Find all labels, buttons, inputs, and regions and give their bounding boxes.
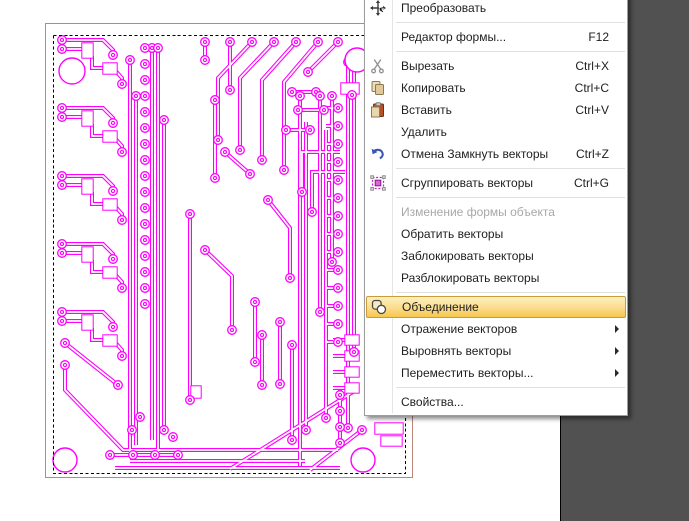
menu-item-paste[interactable]: Вставить Ctrl+V <box>365 99 627 121</box>
menu-item-label: Переместить векторы... <box>401 366 534 380</box>
group-icon <box>370 175 386 191</box>
menu-separator <box>396 197 625 198</box>
menu-separator <box>396 387 625 388</box>
copy-icon <box>370 80 386 96</box>
menu-item-align-vectors[interactable]: Выровнять векторы <box>365 340 627 362</box>
menu-item-label: Изменение формы объекта <box>401 205 555 219</box>
menu-item-unlock-vectors[interactable]: Разблокировать векторы <box>365 267 627 289</box>
menu-item-label: Разблокировать векторы <box>401 271 540 285</box>
menu-item-shortcut: Ctrl+V <box>575 103 609 117</box>
menu-item-properties[interactable]: Свойства... <box>365 391 627 413</box>
menu-item-shortcut: Ctrl+G <box>573 176 609 190</box>
menu-item-transform[interactable]: Преобразовать <box>365 0 627 19</box>
menu-item-union[interactable]: Объединение <box>366 296 626 318</box>
menu-item-group-vectors[interactable]: Сгруппировать векторы Ctrl+G <box>365 172 627 194</box>
menu-item-edit-object-shape: Изменение формы объекта <box>365 201 627 223</box>
undo-icon <box>370 146 386 162</box>
menu-item-mirror-vectors[interactable]: Отражение векторов <box>365 318 627 340</box>
menu-item-cut[interactable]: Вырезать Ctrl+X <box>365 55 627 77</box>
menu-item-shortcut: Ctrl+Z <box>576 147 609 161</box>
menu-item-reverse-vectors[interactable]: Обратить векторы <box>365 223 627 245</box>
menu-item-label: Редактор формы... <box>401 30 507 44</box>
menu-item-label: Отмена Замкнуть векторы <box>401 147 549 161</box>
menu-item-label: Удалить <box>401 125 447 139</box>
menu-item-delete[interactable]: Удалить <box>365 121 627 143</box>
menu-item-shortcut: F12 <box>588 30 609 44</box>
submenu-arrow-icon <box>615 325 619 333</box>
menu-separator <box>396 22 625 23</box>
menu-item-label: Объединение <box>402 300 479 314</box>
menu-item-label: Копировать <box>401 81 466 95</box>
menu-item-label: Обратить векторы <box>401 227 504 241</box>
menu-item-label: Заблокировать векторы <box>401 249 534 263</box>
menu-item-shape-editor[interactable]: Редактор формы... F12 <box>365 26 627 48</box>
scissors-icon <box>370 58 386 74</box>
transform-icon <box>370 0 386 16</box>
menu-separator <box>396 168 625 169</box>
menu-item-label: Вырезать <box>401 59 455 73</box>
menu-item-shortcut: Ctrl+X <box>575 59 609 73</box>
menu-item-undo-close-vectors[interactable]: Отмена Замкнуть векторы Ctrl+Z <box>365 143 627 165</box>
menu-item-label: Выровнять векторы <box>401 344 512 358</box>
menu-item-label: Свойства... <box>401 395 464 409</box>
menu-item-move-vectors[interactable]: Переместить векторы... <box>365 362 627 384</box>
menu-item-label: Преобразовать <box>401 1 487 15</box>
union-icon <box>371 299 387 315</box>
menu-item-lock-vectors[interactable]: Заблокировать векторы <box>365 245 627 267</box>
menu-item-label: Сгруппировать векторы <box>401 176 533 190</box>
menu-item-shortcut: Ctrl+C <box>574 81 609 95</box>
context-menu: Преобразовать Редактор формы... F12 Вырезат… <box>364 0 628 416</box>
submenu-arrow-icon <box>615 369 619 377</box>
menu-item-label: Вставить <box>401 103 452 117</box>
submenu-arrow-icon <box>615 347 619 355</box>
paste-icon <box>370 102 386 118</box>
menu-item-label: Отражение векторов <box>401 322 518 336</box>
menu-item-copy[interactable]: Копировать Ctrl+C <box>365 77 627 99</box>
menu-separator <box>396 292 625 293</box>
menu-separator <box>396 51 625 52</box>
